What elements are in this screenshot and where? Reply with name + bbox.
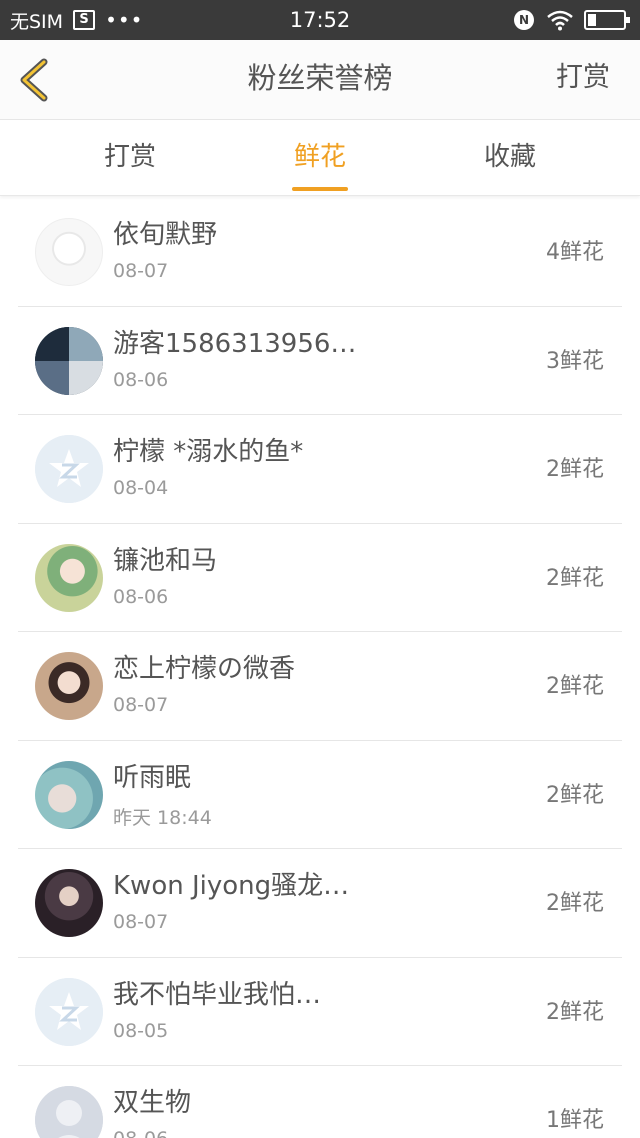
fan-name: 我不怕毕业我怕… — [113, 979, 322, 1010]
flower-count: 1鲜花 — [546, 1108, 604, 1133]
fan-date: 08-06 — [113, 585, 169, 608]
nav-bar: 粉丝荣誉榜 打赏 — [0, 40, 640, 120]
default-avatar-icon[interactable] — [35, 435, 103, 503]
flower-count: 2鲜花 — [546, 782, 604, 808]
fan-name: 游客1586313956… — [113, 328, 357, 359]
tab-bar: 打赏 鲜花 收藏 — [0, 121, 640, 196]
fan-name: 镰池和马 — [113, 545, 218, 576]
list-item[interactable]: Kwon Jiyong骚龙… 08-07 2鲜花 — [18, 849, 622, 958]
user-placeholder-icon[interactable] — [35, 1086, 103, 1138]
fan-name: 双生物 — [113, 1088, 192, 1118]
avatar[interactable] — [35, 543, 103, 612]
list-item[interactable]: 我不怕毕业我怕… 08-05 2鲜花 — [18, 958, 622, 1066]
list-item[interactable]: 依旬默野 08-07 4鲜花 — [18, 198, 622, 307]
status-bar: 无SIM S ••• 17:52 N — [0, 0, 640, 40]
default-avatar-icon[interactable] — [35, 977, 103, 1046]
battery-icon — [584, 10, 630, 30]
flower-count: 2鲜花 — [546, 674, 604, 699]
tab-flowers[interactable]: 鲜花 — [250, 121, 390, 196]
status-right: N — [514, 0, 630, 40]
list-item[interactable]: 柠檬 *溺水的鱼* 08-04 2鲜花 — [18, 415, 622, 524]
flower-count: 2鲜花 — [546, 999, 604, 1025]
fan-name: 依旬默野 — [113, 220, 218, 250]
fan-date: 08-04 — [113, 477, 169, 499]
list-item[interactable]: 听雨眠 昨天 18:44 2鲜花 — [18, 741, 622, 849]
flower-count: 3鲜花 — [546, 348, 604, 374]
tab-favorites[interactable]: 收藏 — [440, 121, 580, 196]
active-tab-indicator — [292, 187, 348, 191]
nfc-icon: N — [514, 10, 534, 30]
flower-count: 2鲜花 — [546, 891, 604, 916]
fan-name: 柠檬 *溺水的鱼* — [113, 437, 304, 467]
page-title: 粉丝荣誉榜 — [247, 61, 393, 95]
tab-tip[interactable]: 打赏 — [60, 121, 200, 196]
fan-name: 听雨眠 — [113, 762, 192, 793]
fan-date: 08-07 — [113, 694, 169, 716]
list-item[interactable]: 双生物 08-06 1鲜花 — [18, 1066, 622, 1138]
fan-date: 08-05 — [113, 1019, 169, 1042]
tip-button[interactable]: 打赏 — [556, 40, 610, 120]
avatar[interactable] — [35, 326, 103, 395]
flower-count: 2鲜花 — [546, 565, 604, 591]
fan-date: 08-07 — [113, 260, 169, 282]
fan-date: 08-06 — [113, 368, 169, 391]
avatar[interactable] — [35, 869, 103, 937]
fan-date: 08-07 — [113, 911, 169, 933]
tab-flowers-label: 鲜花 — [293, 142, 346, 172]
avatar[interactable] — [35, 652, 103, 720]
list-item[interactable]: 恋上柠檬の微香 08-07 2鲜花 — [18, 632, 622, 741]
list-item[interactable]: 镰池和马 08-06 2鲜花 — [18, 524, 622, 632]
avatar[interactable] — [35, 760, 103, 829]
wifi-icon — [547, 10, 573, 31]
list-item[interactable]: 游客1586313956… 08-06 3鲜花 — [18, 307, 622, 415]
fan-date: 08-06 — [113, 1128, 168, 1138]
fan-date: 昨天 18:44 — [113, 806, 212, 829]
avatar[interactable] — [35, 218, 103, 286]
fan-list: 依旬默野 08-07 4鲜花 游客1586313956… 08-06 3鲜花 柠… — [0, 198, 640, 1138]
fan-name: 恋上柠檬の微香 — [113, 654, 296, 684]
flower-count: 2鲜花 — [546, 457, 604, 482]
flower-count: 4鲜花 — [546, 240, 604, 265]
fan-name: Kwon Jiyong骚龙… — [113, 871, 350, 901]
